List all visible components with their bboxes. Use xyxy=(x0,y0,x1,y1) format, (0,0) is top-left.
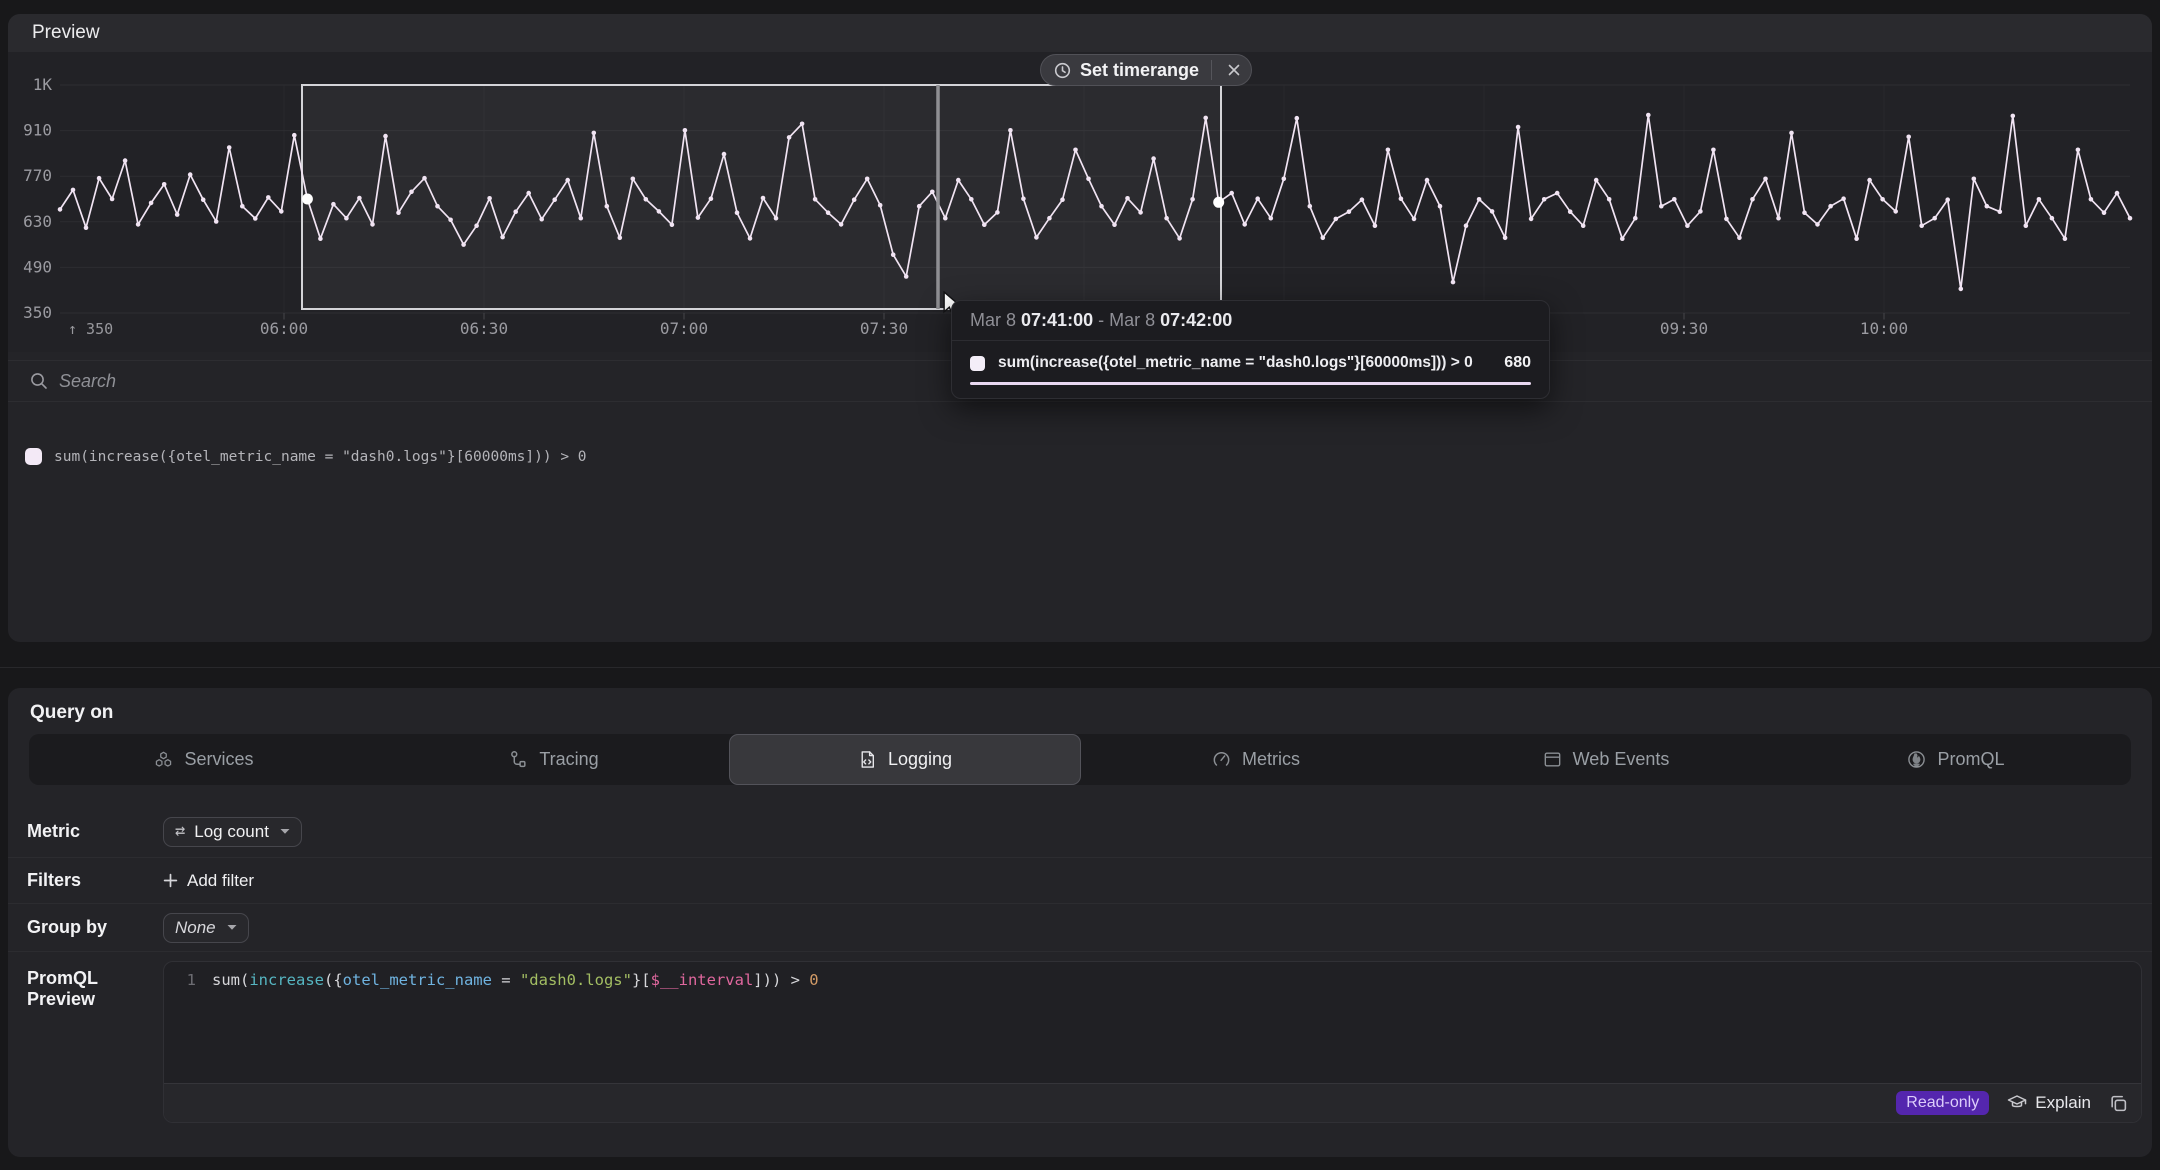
svg-text:06:00: 06:00 xyxy=(260,319,308,338)
clock-icon xyxy=(1054,62,1071,79)
svg-text:07:30: 07:30 xyxy=(860,319,908,338)
svg-text:490: 490 xyxy=(23,257,52,276)
tab-logging[interactable]: Logging xyxy=(729,734,1081,785)
preview-title: Preview xyxy=(32,22,100,44)
tooltip-series-label: sum(increase({otel_metric_name = "dash0.… xyxy=(998,354,1491,372)
groupby-select[interactable]: None xyxy=(163,913,249,943)
copy-icon[interactable] xyxy=(2109,1094,2128,1113)
groupby-label: Group by xyxy=(27,917,163,938)
tooltip-start-time: 07:41:00 xyxy=(1021,310,1093,330)
selection-edge-dot xyxy=(1213,197,1224,208)
svg-text:06:30: 06:30 xyxy=(460,319,508,338)
set-timerange-label: Set timerange xyxy=(1080,60,1202,81)
plus-icon xyxy=(163,873,178,888)
tracing-icon xyxy=(509,750,528,769)
svg-text:↑ 350: ↑ 350 xyxy=(68,320,113,338)
promql-icon xyxy=(1907,750,1926,769)
filters-label: Filters xyxy=(27,870,163,891)
groupby-row: Group by None xyxy=(8,904,2152,952)
legend-item[interactable]: sum(increase({otel_metric_name = "dash0.… xyxy=(25,448,587,465)
chart-tooltip: Mar 8 07:41:00 - Mar 8 07:42:00 sum(incr… xyxy=(951,300,1550,399)
chevron-down-icon xyxy=(280,828,290,835)
tab-web-events[interactable]: Web Events xyxy=(1431,734,1781,785)
svg-text:910: 910 xyxy=(23,121,52,140)
swap-icon: ⇄ xyxy=(175,823,185,840)
tooltip-start-date: Mar 8 xyxy=(970,310,1016,330)
tooltip-series-value: 680 xyxy=(1504,354,1531,372)
logging-icon xyxy=(858,750,877,769)
query-panel: Query on ServicesTracingLoggingMetricsWe… xyxy=(8,688,2152,1157)
line-number: 1 xyxy=(170,971,196,989)
promql-editor[interactable]: 1 sum(increase({otel_metric_name = "dash… xyxy=(163,961,2142,1123)
svg-text:1K: 1K xyxy=(33,75,53,94)
svg-text:770: 770 xyxy=(23,166,52,185)
editor-footer: Read-only Explain xyxy=(164,1083,2141,1122)
metric-label: Metric xyxy=(27,821,163,842)
tab-tracing[interactable]: Tracing xyxy=(379,734,729,785)
tab-metrics[interactable]: Metrics xyxy=(1081,734,1431,785)
chevron-down-icon xyxy=(227,924,237,931)
legend-swatch xyxy=(25,448,42,465)
query-source-tabs: ServicesTracingLoggingMetricsWeb EventsP… xyxy=(29,734,2131,785)
svg-text:630: 630 xyxy=(23,212,52,231)
metric-row: Metric ⇄ Log count xyxy=(8,806,2152,858)
preview-header: Preview xyxy=(8,14,2152,53)
tab-services[interactable]: Services xyxy=(29,734,379,785)
tooltip-end-time: 07:42:00 xyxy=(1160,310,1232,330)
web-events-icon xyxy=(1543,750,1562,769)
tooltip-series-underline xyxy=(970,382,1531,385)
filters-row: Filters Add filter xyxy=(8,858,2152,904)
set-timerange-button[interactable]: Set timerange xyxy=(1040,54,1252,86)
divider xyxy=(1211,60,1212,80)
selection-edge-dot xyxy=(302,194,313,205)
code-line: 1 sum(increase({otel_metric_name = "dash… xyxy=(164,962,2141,989)
metric-select[interactable]: ⇄ Log count xyxy=(163,817,302,847)
svg-text:09:30: 09:30 xyxy=(1660,319,1708,338)
services-icon xyxy=(154,750,173,769)
promql-expression: sum(increase({otel_metric_name = "dash0.… xyxy=(212,971,819,989)
svg-text:10:00: 10:00 xyxy=(1860,319,1908,338)
tab-promql[interactable]: PromQL xyxy=(1781,734,2131,785)
metrics-icon xyxy=(1212,750,1231,769)
tooltip-end-date: Mar 8 xyxy=(1109,310,1155,330)
search-placeholder: Search xyxy=(59,371,116,392)
explain-button[interactable]: Explain xyxy=(2007,1093,2091,1113)
promql-preview-label: PromQL Preview xyxy=(27,961,163,1010)
section-divider xyxy=(0,667,2160,668)
add-filter-button[interactable]: Add filter xyxy=(163,871,254,891)
svg-text:07:00: 07:00 xyxy=(660,319,708,338)
svg-text:350: 350 xyxy=(23,303,52,322)
close-icon[interactable] xyxy=(1221,57,1247,83)
promql-preview-row: PromQL Preview 1 sum(increase({otel_metr… xyxy=(8,952,2152,1123)
search-icon xyxy=(30,372,48,390)
query-form: Metric ⇄ Log count Filters Add filter Gr… xyxy=(8,806,2152,1123)
query-on-title: Query on xyxy=(30,702,113,724)
graduation-cap-icon xyxy=(2007,1094,2027,1112)
readonly-badge: Read-only xyxy=(1896,1091,1989,1115)
tooltip-series-row: sum(increase({otel_metric_name = "dash0.… xyxy=(952,341,1549,372)
legend-label: sum(increase({otel_metric_name = "dash0.… xyxy=(54,449,587,465)
tooltip-timerange: Mar 8 07:41:00 - Mar 8 07:42:00 xyxy=(952,301,1549,341)
tooltip-series-swatch xyxy=(970,356,985,371)
